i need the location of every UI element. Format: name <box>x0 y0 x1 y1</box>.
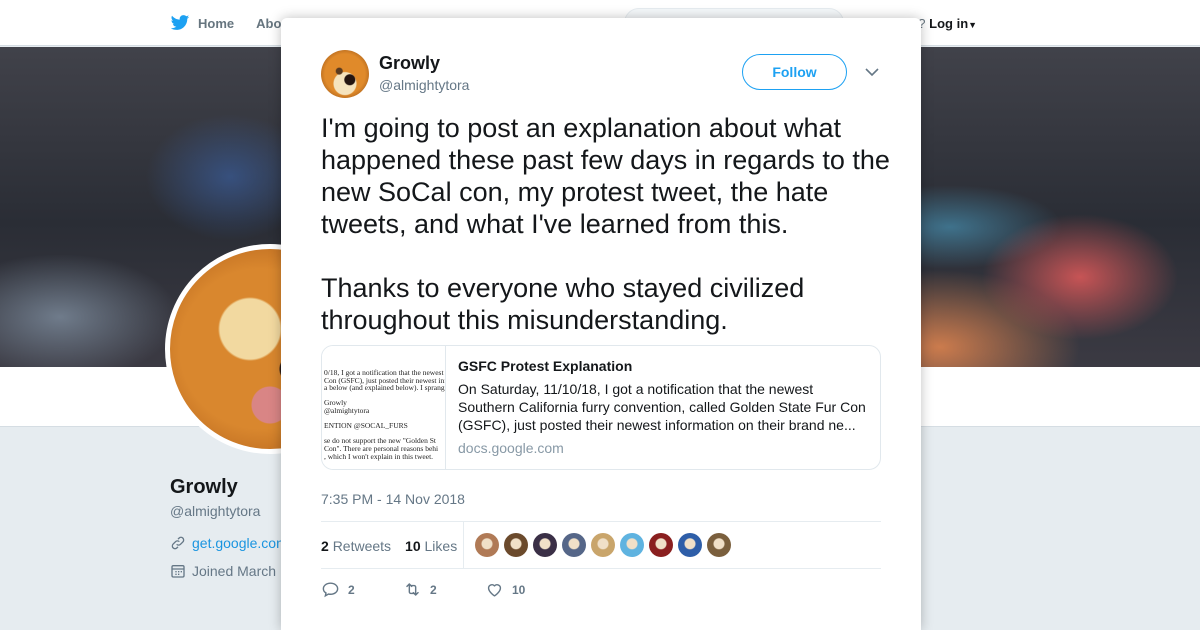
tweet-actions: 2 2 10 <box>321 580 567 599</box>
author-name[interactable]: Growly <box>379 53 440 74</box>
profile-joined: Joined March <box>170 563 276 579</box>
nav-menu: Home Abo <box>170 0 281 46</box>
author-avatar[interactable] <box>321 50 369 98</box>
liker-avatar[interactable] <box>707 533 731 557</box>
profile-name: Growly <box>170 476 238 498</box>
tweet-text: I'm going to post an explanation about w… <box>321 113 890 335</box>
retweets-label: Retweets <box>332 537 392 554</box>
tweet-timestamp[interactable]: 7:35 PM - 14 Nov 2018 <box>321 491 465 507</box>
nav-about-label: Abo <box>256 15 282 31</box>
card-domain: docs.google.com <box>458 440 564 456</box>
thumbnail-text-line: remember my warning about <box>324 467 411 469</box>
reply-count: 2 <box>348 582 355 597</box>
nav-home-label: Home <box>198 15 235 31</box>
like-count: 10 <box>512 582 526 597</box>
liker-avatar[interactable] <box>504 533 528 557</box>
reply-icon <box>322 582 339 598</box>
card-body: GSFC Protest Explanation On Saturday, 11… <box>458 358 870 456</box>
tweet-stats: 2 Retweets 10 Likes <box>321 521 881 569</box>
liker-avatar[interactable] <box>533 533 557 557</box>
thumbnail-text-line: ENTION @SOCAL_FURS <box>324 421 408 431</box>
liker-avatar[interactable] <box>562 533 586 557</box>
caret-down-icon: ▼ <box>968 20 978 30</box>
reply-action[interactable]: 2 <box>321 580 403 599</box>
profile-joined-text: Joined March <box>192 563 277 579</box>
card-title: GSFC Protest Explanation <box>458 358 633 374</box>
retweet-icon <box>406 583 419 596</box>
link-card[interactable]: 0/18, I got a notification that the newe… <box>321 345 881 470</box>
login-link[interactable]: Log in <box>929 16 968 31</box>
close-icon[interactable] <box>1154 12 1180 38</box>
author-handle[interactable]: @almightytora <box>379 77 469 93</box>
profile-link-text: get.google.con <box>192 535 284 551</box>
link-icon <box>171 536 185 550</box>
profile-handle: @almightytora <box>170 503 261 519</box>
retweet-action[interactable]: 2 <box>403 580 485 599</box>
likes-stat[interactable]: 10 Likes <box>405 538 457 554</box>
likes-count: 10 <box>405 537 421 554</box>
thumbnail-text-line: a below (and explained below). I sprang … <box>324 383 445 393</box>
retweets-count: 2 <box>321 537 329 554</box>
thumbnail-text-line: @almightytora <box>324 406 370 415</box>
thumbnail-text-line: , which I won't explain in this tweet. <box>324 451 434 461</box>
card-description: On Saturday, 11/10/18, I got a notificat… <box>458 381 866 433</box>
calendar-icon <box>171 565 185 578</box>
like-action[interactable]: 10 <box>485 580 567 599</box>
twitter-bird-icon <box>170 15 190 30</box>
heart-icon <box>487 584 502 597</box>
tweet-modal: Growly @almightytora Follow I'm going to… <box>281 18 921 630</box>
follow-button[interactable]: Follow <box>742 54 847 90</box>
profile-link[interactable]: get.google.con <box>170 535 284 551</box>
liker-avatar[interactable] <box>591 533 615 557</box>
liker-avatars <box>475 533 731 557</box>
card-thumbnail: 0/18, I got a notification that the newe… <box>322 346 446 469</box>
retweet-count: 2 <box>430 582 437 597</box>
chevron-down-icon[interactable] <box>865 66 879 78</box>
liker-avatar[interactable] <box>475 533 499 557</box>
liker-avatar[interactable] <box>620 533 644 557</box>
likes-label: Likes <box>424 537 458 554</box>
nav-about[interactable]: Abo <box>256 16 281 31</box>
stat-counts: 2 Retweets 10 Likes <box>321 522 464 569</box>
liker-avatar[interactable] <box>649 533 673 557</box>
retweets-stat[interactable]: 2 Retweets <box>321 538 391 554</box>
nav-home[interactable]: Home <box>170 13 234 33</box>
liker-avatar[interactable] <box>678 533 702 557</box>
